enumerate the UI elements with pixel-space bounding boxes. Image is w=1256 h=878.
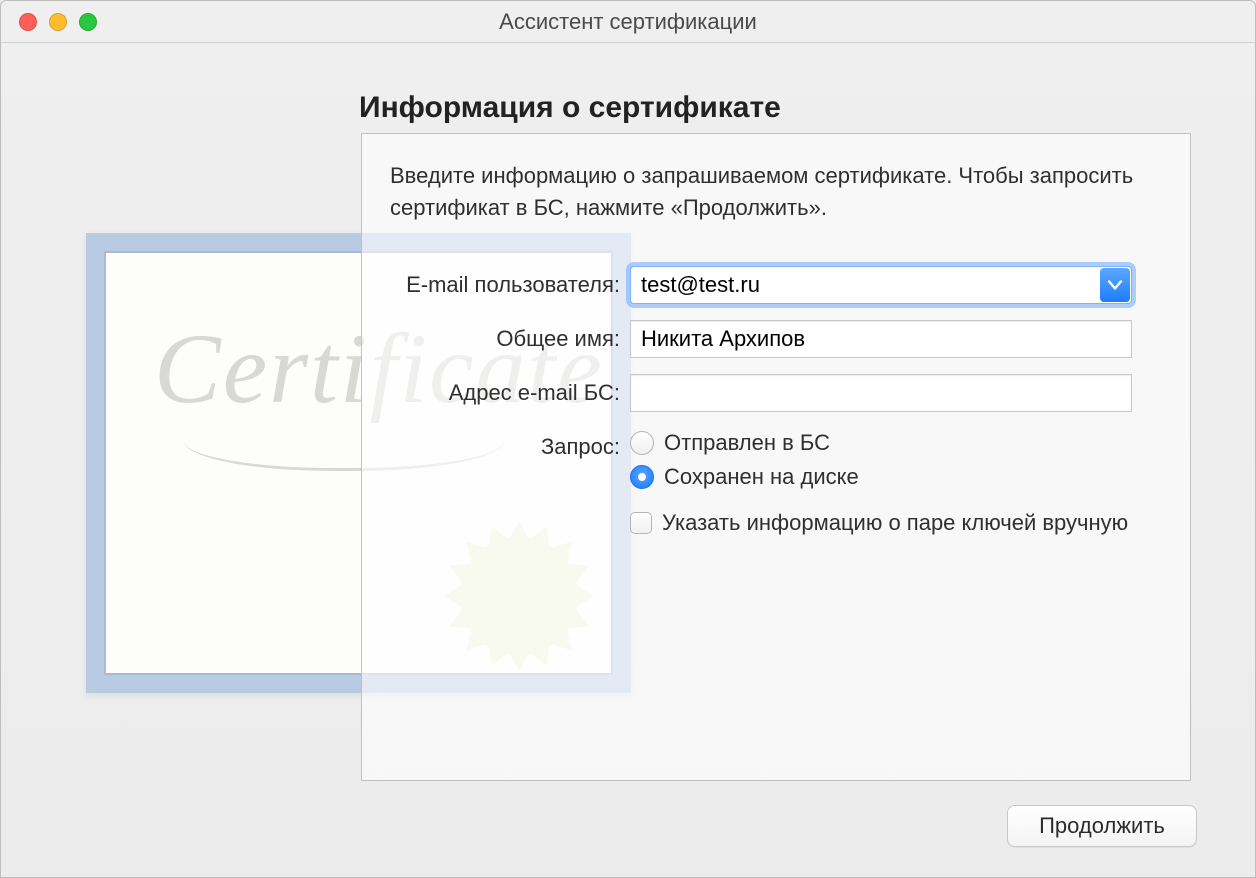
request-label: Запрос: <box>362 428 630 464</box>
common-name-input[interactable] <box>630 320 1132 358</box>
keypair-manual-checkbox-label: Указать информацию о паре ключей вручную <box>662 510 1128 536</box>
window-controls <box>19 13 97 31</box>
ca-email-input[interactable] <box>630 374 1132 412</box>
instructions-text: Введите информацию о запрашиваемом серти… <box>390 160 1162 224</box>
ca-email-label: Адрес e-mail БС: <box>362 374 630 410</box>
user-email-dropdown-button[interactable] <box>1100 268 1130 302</box>
continue-button[interactable]: Продолжить <box>1007 805 1197 847</box>
common-name-label: Общее имя: <box>362 320 630 356</box>
minimize-window-button[interactable] <box>49 13 67 31</box>
request-radio-saved-to-disk-label: Сохранен на диске <box>664 464 859 490</box>
keypair-manual-checkbox[interactable] <box>630 512 652 534</box>
request-radio-saved-to-disk[interactable] <box>630 465 654 489</box>
request-radio-group: Отправлен в БС Сохранен на диске Указать… <box>630 428 1132 536</box>
user-email-combobox[interactable] <box>630 266 1132 304</box>
zoom-window-button[interactable] <box>79 13 97 31</box>
certificate-form: E-mail пользователя: Общее имя: <box>362 266 1190 560</box>
form-panel: Введите информацию о запрашиваемом серти… <box>361 133 1191 781</box>
page-heading: Информация о сертификате <box>359 91 781 125</box>
titlebar: Ассистент сертификации <box>1 1 1255 43</box>
window-title: Ассистент сертификации <box>499 9 757 35</box>
request-radio-sent-to-ca[interactable] <box>630 431 654 455</box>
user-email-input[interactable] <box>630 266 1132 304</box>
user-email-label: E-mail пользователя: <box>362 266 630 302</box>
request-radio-sent-to-ca-label: Отправлен в БС <box>664 430 830 456</box>
window-body: Certificate Информация о сертификате Вве… <box>1 43 1255 877</box>
assistant-window: Ассистент сертификации Certificate Инфор… <box>0 0 1256 878</box>
close-window-button[interactable] <box>19 13 37 31</box>
chevron-down-icon <box>1108 278 1122 292</box>
